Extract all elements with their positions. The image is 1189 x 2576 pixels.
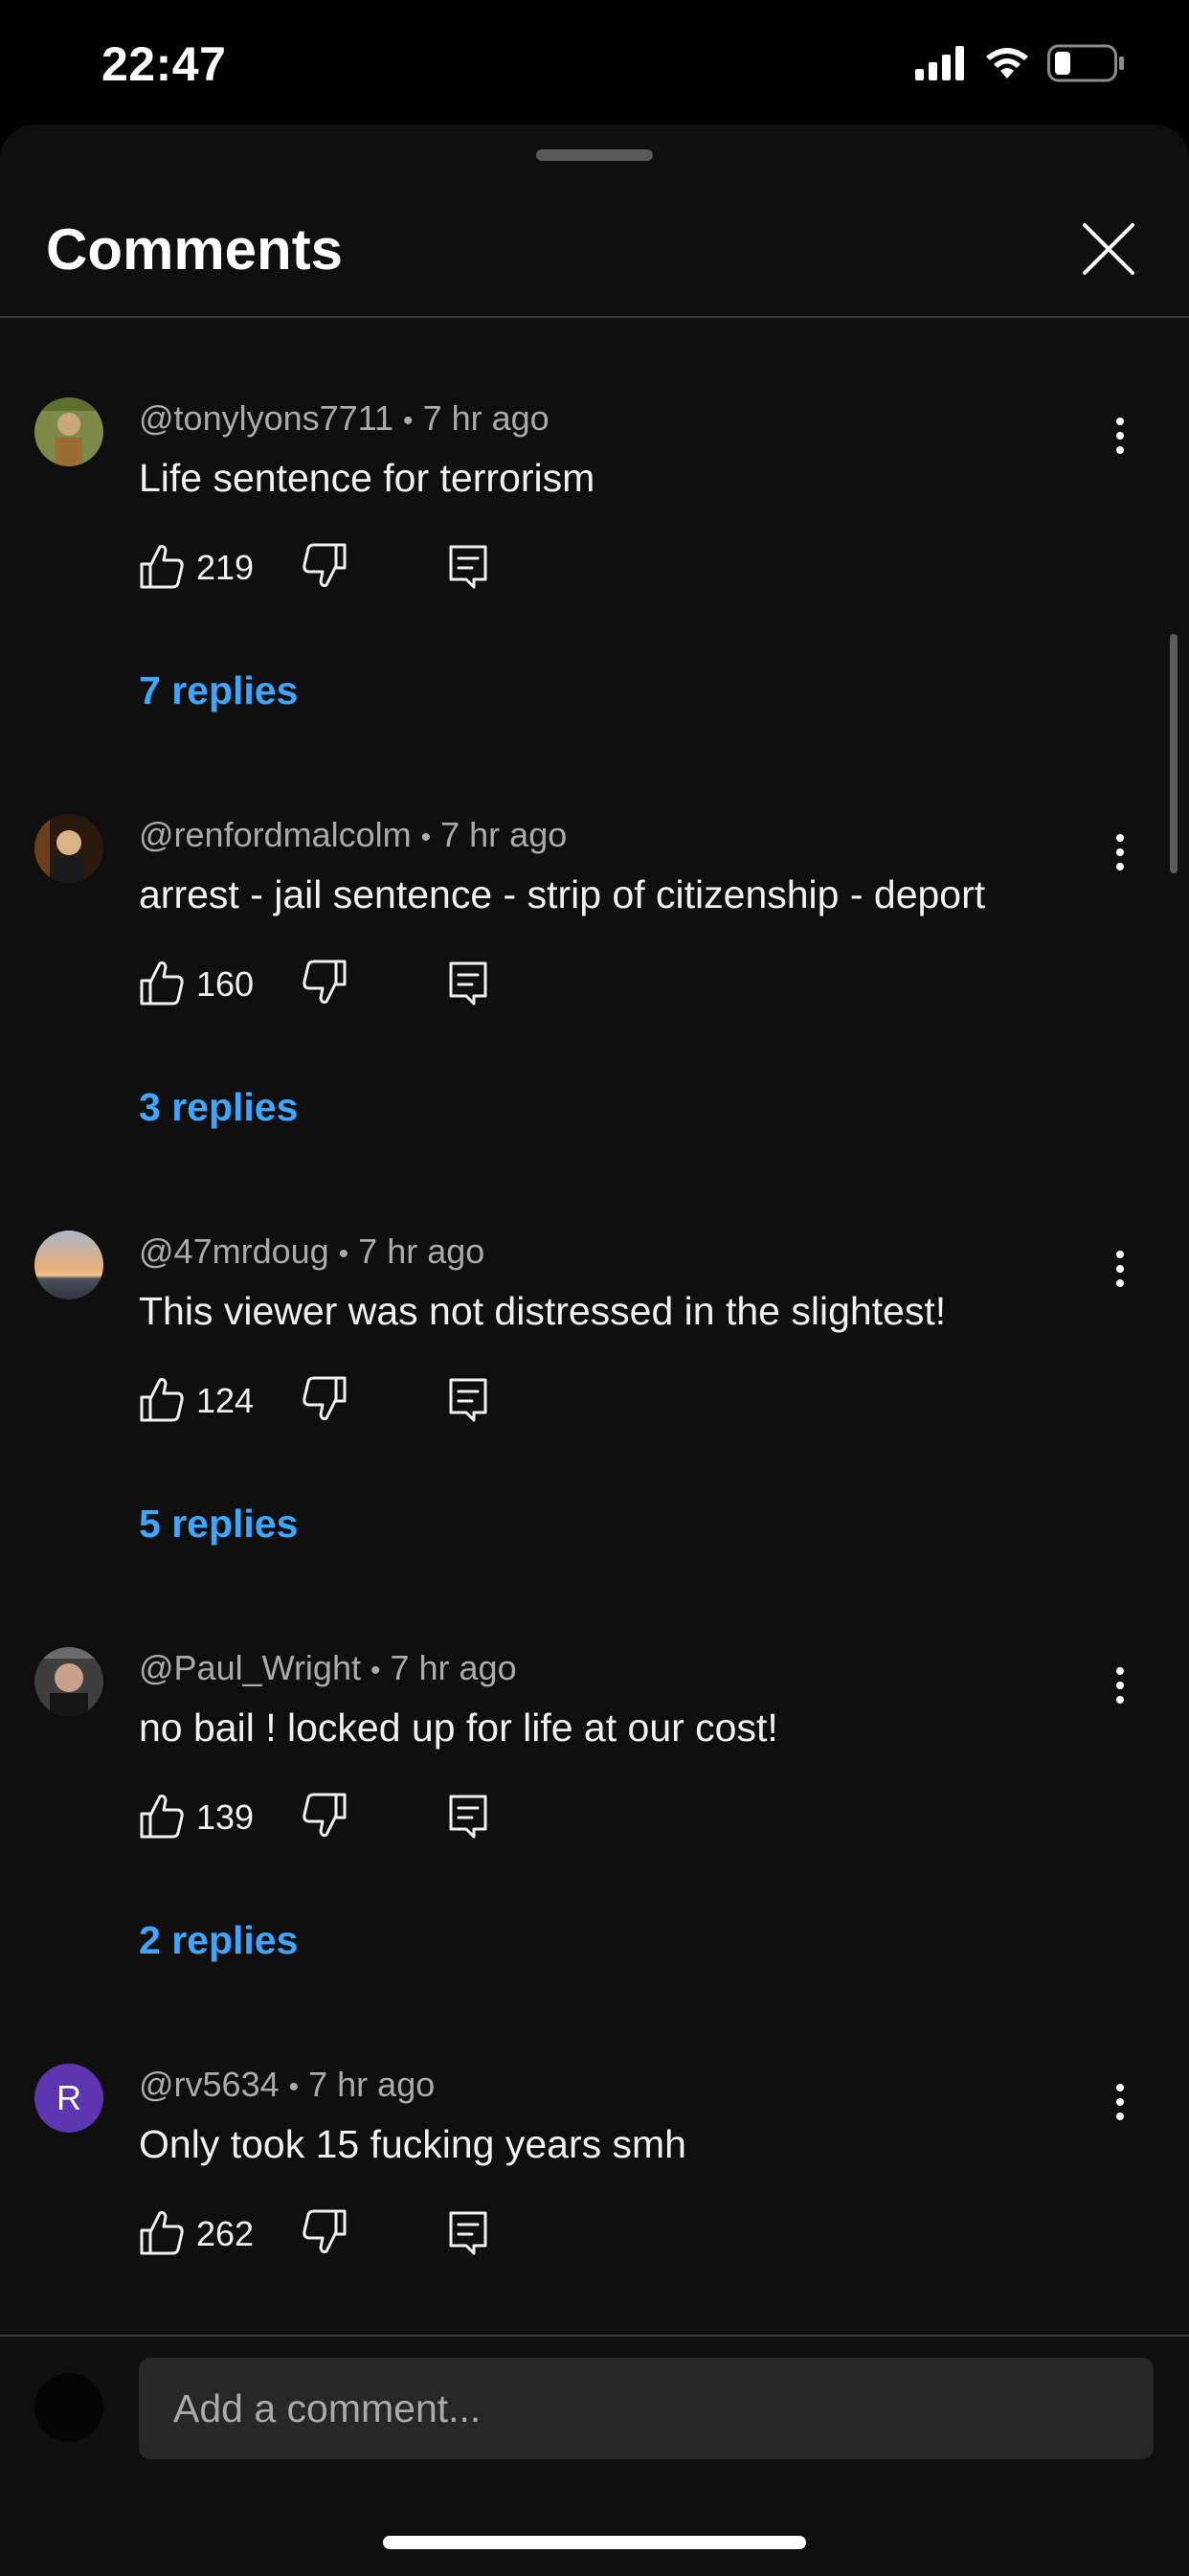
comment-author[interactable]: @Paul_Wright — [139, 1648, 361, 1687]
status-icons — [915, 44, 1126, 87]
like-count: 262 — [196, 2214, 255, 2253]
like-button[interactable] — [139, 1374, 185, 1424]
reply-comment-icon — [449, 1795, 487, 1839]
like-button[interactable] — [139, 541, 185, 591]
comment-actions: 124 — [139, 1374, 522, 1432]
view-replies-link[interactable]: 5 replies — [139, 1499, 298, 1548]
view-replies-link[interactable]: 7 replies — [139, 666, 298, 715]
avatar[interactable]: R — [34, 2064, 103, 2133]
comments-sheet: Comments @tonylyons7711 • 7 hr ago Life se… — [0, 124, 1189, 2574]
comment-text: Life sentence for terrorism — [139, 456, 595, 500]
comment-time: 7 hr ago — [390, 1648, 517, 1687]
status-time: 22:47 — [101, 37, 227, 91]
thumbs-down-icon — [303, 2209, 347, 2253]
comment-text: This viewer was not distressed in the sl… — [139, 1289, 947, 1333]
avatar[interactable] — [34, 397, 103, 466]
dislike-button[interactable] — [302, 2207, 348, 2257]
comment-time: 7 hr ago — [358, 1232, 485, 1271]
dislike-button[interactable] — [302, 1374, 348, 1424]
dislike-button[interactable] — [302, 541, 348, 591]
more-options-button[interactable] — [1103, 1657, 1137, 1714]
reply-comment-icon — [449, 1378, 487, 1422]
reply-comment-icon — [449, 545, 487, 589]
wifi-icon — [984, 46, 1030, 85]
like-button[interactable] — [139, 1791, 185, 1841]
more-options-button[interactable] — [1103, 1240, 1137, 1298]
more-options-button[interactable] — [1103, 2073, 1137, 2131]
comment-actions: 160 — [139, 958, 522, 1015]
comment-author[interactable]: @47mrdoug — [139, 1232, 329, 1271]
dislike-button[interactable] — [302, 958, 348, 1007]
dislike-button[interactable] — [302, 1791, 348, 1841]
reply-button[interactable] — [445, 1374, 491, 1424]
comment-text: arrest - jail sentence - strip of citize… — [139, 872, 986, 916]
comment-text: no bail ! locked up for life at our cost… — [139, 1706, 778, 1750]
close-button[interactable] — [1076, 216, 1141, 282]
like-count: 160 — [196, 964, 255, 1004]
more-vertical-icon — [1116, 418, 1124, 454]
comment-meta: @tonylyons7711 • 7 hr ago — [139, 398, 550, 438]
current-user-avatar — [34, 2373, 103, 2442]
comment-meta: @rv5634 • 7 hr ago — [139, 2065, 436, 2104]
comment-text: Only took 15 fucking years smh — [139, 2122, 686, 2166]
reply-comment-icon — [449, 2211, 487, 2255]
thumbs-down-icon — [303, 1793, 347, 1837]
comment-actions: 219 — [139, 541, 522, 599]
comment-meta: @Paul_Wright • 7 hr ago — [139, 1648, 517, 1687]
comment-author[interactable]: @tonylyons7711 — [139, 398, 393, 438]
sheet-header: Comments — [0, 124, 1189, 318]
reply-button[interactable] — [445, 2207, 491, 2257]
view-replies-link[interactable]: 2 replies — [139, 1915, 298, 1965]
thumbs-down-icon — [303, 960, 347, 1004]
cellular-signal-icon — [915, 46, 967, 85]
comment-time: 7 hr ago — [440, 815, 568, 854]
comment-time: 7 hr ago — [422, 398, 550, 438]
reply-button[interactable] — [445, 541, 491, 591]
reply-button[interactable] — [445, 958, 491, 1007]
avatar[interactable] — [34, 1647, 103, 1716]
thumbs-up-icon — [140, 2211, 184, 2255]
comment-item: @47mrdoug • 7 hr ago This viewer was not d… — [0, 1231, 1189, 1642]
comment-time: 7 hr ago — [308, 2065, 436, 2104]
like-count: 139 — [196, 1797, 255, 1837]
add-comment-input[interactable]: Add a comment... — [139, 2358, 1154, 2459]
thumbs-up-icon — [140, 961, 184, 1006]
thumbs-down-icon — [303, 1376, 347, 1420]
avatar[interactable] — [34, 1231, 103, 1299]
like-count: 219 — [196, 548, 255, 587]
thumbs-up-icon — [140, 545, 184, 589]
more-options-button[interactable] — [1103, 824, 1137, 881]
comment-actions: 139 — [139, 1791, 522, 1848]
comment-item: @renfordmalcolm • 7 hr ago arrest - jail s… — [0, 814, 1189, 1226]
more-vertical-icon — [1116, 834, 1124, 870]
like-button[interactable] — [139, 958, 185, 1007]
battery-icon — [1047, 44, 1126, 87]
reply-button[interactable] — [445, 1791, 491, 1841]
more-vertical-icon — [1116, 2084, 1124, 2120]
close-icon — [1083, 223, 1134, 275]
comment-meta: @renfordmalcolm • 7 hr ago — [139, 815, 568, 854]
thumbs-up-icon — [140, 1378, 184, 1422]
like-button[interactable] — [139, 2207, 185, 2257]
page-title: Comments — [46, 217, 344, 282]
avatar[interactable] — [34, 814, 103, 883]
like-count: 124 — [196, 1381, 255, 1420]
view-replies-link[interactable]: 3 replies — [139, 1082, 298, 1132]
more-vertical-icon — [1116, 1251, 1124, 1287]
comment-actions: 262 — [139, 2207, 522, 2265]
reply-comment-icon — [449, 961, 487, 1006]
comment-meta: @47mrdoug • 7 hr ago — [139, 1232, 485, 1271]
thumbs-up-icon — [140, 1795, 184, 1839]
avatar-initial: R — [56, 2078, 81, 2117]
comment-item: @tonylyons7711 • 7 hr ago Life sentence fo… — [0, 397, 1189, 809]
thumbs-down-icon — [303, 543, 347, 587]
status-bar: 22:47 — [0, 0, 1189, 124]
more-vertical-icon — [1116, 1667, 1124, 1704]
comment-item: @Paul_Wright • 7 hr ago no bail ! locked u… — [0, 1647, 1189, 2059]
home-indicator[interactable] — [383, 2536, 806, 2549]
more-options-button[interactable] — [1103, 407, 1137, 464]
comment-author[interactable]: @rv5634 — [139, 2065, 280, 2104]
comment-author[interactable]: @renfordmalcolm — [139, 815, 412, 854]
